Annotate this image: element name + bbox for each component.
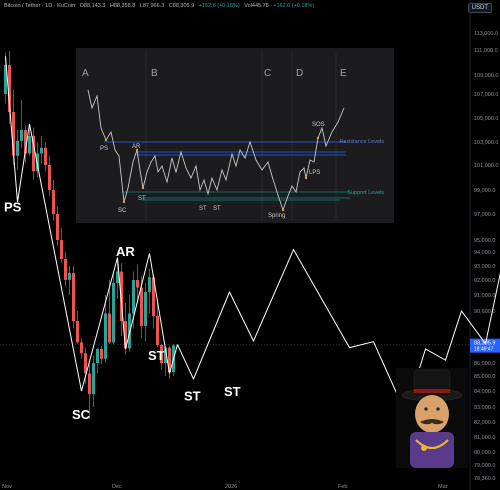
candle-body bbox=[112, 283, 115, 343]
price-tick-label: 94,000.0 bbox=[474, 250, 495, 256]
phase-label-d: D bbox=[296, 68, 303, 79]
candle-body bbox=[140, 287, 143, 326]
schematic-st-label-1: ST bbox=[138, 196, 146, 202]
time-tick-label: 2026 bbox=[225, 484, 237, 490]
avatar bbox=[396, 368, 468, 468]
price-tick-label: 84,000.0 bbox=[474, 389, 495, 395]
candle-body bbox=[28, 136, 31, 154]
candle-body bbox=[144, 292, 147, 326]
price-tick-label: 80,000.0 bbox=[474, 450, 495, 456]
time-tick-label: Dec bbox=[112, 484, 122, 490]
schematic-sos-label: SOS bbox=[312, 122, 325, 128]
price-tick-label: 92,000.0 bbox=[474, 278, 495, 284]
price-tick-label: 91,000.0 bbox=[474, 293, 495, 299]
schematic-sc-label: SC bbox=[118, 208, 127, 214]
candle-body bbox=[96, 349, 99, 363]
schematic-ps-label: PS bbox=[100, 146, 108, 152]
candle-body bbox=[16, 140, 19, 156]
candle-body bbox=[48, 165, 51, 190]
support-levels-label: Support Levels bbox=[347, 190, 384, 196]
wyckoff-label-st: ST bbox=[224, 384, 241, 399]
candle-body bbox=[104, 313, 107, 359]
candle-body bbox=[52, 190, 55, 214]
phase-label-e: E bbox=[340, 68, 347, 79]
candle-body bbox=[44, 147, 47, 165]
time-axis: Nov Dec 2026 Feb Mar bbox=[2, 484, 448, 490]
price-tick-label: 103,000.0 bbox=[474, 140, 498, 146]
wyckoff-label-st: ST bbox=[184, 389, 201, 404]
price-tick-label: 82,000.0 bbox=[474, 420, 495, 426]
candle-body bbox=[68, 273, 71, 280]
wyckoff-label-ar: AR bbox=[116, 244, 135, 259]
price-tick-label: 105,000.0 bbox=[474, 116, 498, 122]
candle-body bbox=[108, 313, 111, 343]
candle-body bbox=[56, 214, 59, 240]
price-tick-label: 83,000.0 bbox=[474, 405, 495, 411]
price-tick-label: 113,000.0 bbox=[474, 31, 498, 37]
phase-label-a: A bbox=[82, 68, 89, 79]
schematic-st-label-3: ST bbox=[213, 206, 221, 212]
price-tick-label: 95,000.0 bbox=[474, 238, 495, 244]
price-chart[interactable]: 113,000.0 111,000.0 109,000.0 107,000.0 105,… bbox=[0, 0, 500, 490]
avatar-body bbox=[410, 432, 454, 468]
price-tick-label: 99,000.0 bbox=[474, 188, 495, 194]
time-tick-label: Nov bbox=[2, 484, 12, 490]
price-tick-label: 93,000.0 bbox=[474, 264, 495, 270]
candle-body bbox=[148, 277, 151, 292]
resistance-levels-label: Resistance Levels bbox=[339, 139, 384, 145]
candle-body bbox=[20, 130, 23, 141]
schematic-st-label-2: ST bbox=[199, 206, 207, 212]
avatar-eye-left bbox=[424, 407, 428, 411]
candle-body bbox=[60, 240, 63, 259]
schematic-spring-label: Spring bbox=[268, 213, 285, 219]
phase-label-b: B bbox=[151, 68, 158, 79]
wyckoff-label-st: ST bbox=[148, 348, 165, 363]
candle-body bbox=[40, 147, 43, 154]
avatar-eye-right bbox=[436, 407, 440, 411]
price-tick-label: 81,000.0 bbox=[474, 435, 495, 441]
time-tick-label: Feb bbox=[338, 484, 347, 490]
price-tick-label: 79,000.0 bbox=[474, 463, 495, 469]
wyckoff-schematic-inset: A B C D E Resistance Levels Support Leve… bbox=[76, 48, 394, 223]
price-tick-label: 78,360.0 bbox=[474, 476, 495, 482]
countdown-label: 18:49:47 bbox=[474, 347, 494, 353]
candle-body bbox=[80, 342, 83, 354]
candle-body bbox=[100, 349, 103, 359]
price-tick-label: 107,000.0 bbox=[474, 92, 498, 98]
price-tick-label: 85,000.0 bbox=[474, 374, 495, 380]
candle-body bbox=[72, 273, 75, 321]
candle-body bbox=[64, 259, 67, 280]
avatar-hat-band bbox=[414, 389, 450, 393]
candle-body bbox=[132, 280, 135, 314]
price-tick-label: 101,000.0 bbox=[474, 163, 498, 169]
wyckoff-label-sc: SC bbox=[72, 407, 91, 422]
wyckoff-label-ps: PS bbox=[4, 200, 22, 215]
avatar-ring bbox=[421, 445, 427, 451]
candle-body bbox=[88, 373, 91, 395]
avatar-face bbox=[415, 395, 449, 433]
price-tick-label: 86,000.0 bbox=[474, 361, 495, 367]
candle-body bbox=[156, 316, 159, 345]
price-tick-label: 109,000.0 bbox=[474, 73, 498, 79]
candle-body bbox=[76, 321, 79, 343]
phase-label-c: C bbox=[264, 68, 271, 79]
price-tick-label: 97,000.0 bbox=[474, 212, 495, 218]
candle-body bbox=[92, 363, 95, 395]
candle-body bbox=[136, 280, 139, 288]
schematic-lps-label: LPS bbox=[309, 170, 320, 176]
time-tick-label: Mar bbox=[438, 484, 448, 490]
price-tick-label: 111,000.0 bbox=[474, 48, 498, 54]
